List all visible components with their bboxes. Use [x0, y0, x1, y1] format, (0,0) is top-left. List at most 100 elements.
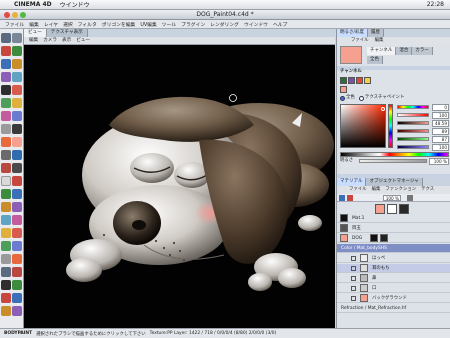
tab-brightness-saturation[interactable]: 明るさ/彩度: [337, 29, 369, 37]
menu-uv-edit[interactable]: UV編集: [140, 21, 156, 28]
menu-render[interactable]: レンダリング: [210, 21, 239, 28]
menu-help[interactable]: ヘルプ: [273, 21, 287, 28]
render-view-icon[interactable]: [12, 176, 22, 186]
foreground-color-swatch[interactable]: [12, 137, 22, 147]
color-square-picker[interactable]: [340, 104, 386, 148]
list-item[interactable]: 目玉: [337, 224, 450, 233]
eye-icon[interactable]: [351, 275, 356, 281]
render-picture-icon[interactable]: [1, 189, 11, 199]
radio-all-colors[interactable]: [340, 96, 345, 101]
subtab-channel[interactable]: チャンネル: [367, 47, 397, 55]
radio-texture-paint[interactable]: [359, 96, 364, 101]
saturation-slider[interactable]: [397, 113, 429, 117]
eraser-icon[interactable]: [12, 98, 22, 108]
tab-view[interactable]: ビュー: [24, 29, 47, 37]
hue-slider[interactable]: [397, 105, 429, 109]
blue-value[interactable]: 100: [432, 144, 449, 151]
menu-filter[interactable]: フィルタ: [78, 21, 97, 28]
eye-icon[interactable]: [351, 255, 356, 261]
light-tool-icon[interactable]: [12, 85, 22, 95]
active-color-swatch[interactable]: [340, 46, 362, 64]
viewport-menu-camera[interactable]: カメラ: [43, 37, 57, 44]
obj-menu-file[interactable]: ファイル: [349, 186, 367, 194]
deformer-icon[interactable]: [1, 228, 11, 238]
new-layer-icon[interactable]: [339, 195, 345, 201]
eye-icon[interactable]: [351, 265, 356, 271]
list-item[interactable]: Refraction / Mat_Refraction.hf: [337, 304, 450, 313]
layer-icon[interactable]: [1, 202, 11, 212]
hair-icon[interactable]: [12, 280, 22, 290]
text-tool-icon[interactable]: [12, 124, 22, 134]
paint-brush-icon[interactable]: [1, 98, 11, 108]
channel-icon[interactable]: [12, 202, 22, 212]
rect-select-icon[interactable]: [12, 72, 22, 82]
smudge-icon[interactable]: [12, 111, 22, 121]
menu-polygon-edit[interactable]: ポリゴンを編集: [102, 21, 136, 28]
table-row[interactable]: ほっぺ: [337, 254, 450, 263]
hue-value[interactable]: 0: [432, 104, 449, 111]
camera-tool-icon[interactable]: [1, 85, 11, 95]
uv-tool-icon[interactable]: [1, 163, 11, 173]
layer-zoom-field[interactable]: 100 %: [383, 195, 401, 201]
eye-icon[interactable]: [351, 295, 356, 301]
clone-stamp-icon[interactable]: [1, 124, 11, 134]
live-select-icon[interactable]: [1, 72, 11, 82]
color-picker-icon[interactable]: [1, 137, 11, 147]
tab-material[interactable]: マテリアル: [337, 178, 367, 186]
hue-strip[interactable]: [388, 104, 393, 148]
swatch-pink[interactable]: [340, 86, 347, 93]
projection-tool-icon[interactable]: [12, 150, 22, 160]
saturation-value[interactable]: 100: [432, 112, 449, 119]
viewport-menu-view[interactable]: ビュー: [76, 37, 90, 44]
delete-layer-icon[interactable]: [347, 195, 353, 201]
tab-object-manager[interactable]: オブジェクトマネージャ: [366, 178, 423, 186]
menu-window[interactable]: ウインドウ: [244, 21, 268, 28]
move-tool-icon[interactable]: [1, 46, 11, 56]
select-tool-icon[interactable]: [12, 59, 22, 69]
obj-menu-edit[interactable]: 編集: [372, 186, 381, 194]
brightness-value[interactable]: 100 %: [429, 158, 449, 165]
green-value[interactable]: 87: [432, 136, 449, 143]
material-swatch-2[interactable]: [387, 204, 397, 214]
subtab-color[interactable]: カラー: [412, 47, 433, 55]
color-menu-file[interactable]: ファイル: [351, 37, 369, 45]
menu-plugins[interactable]: プラグイン: [181, 21, 205, 28]
undo-icon[interactable]: [1, 33, 11, 43]
green-slider[interactable]: [397, 137, 429, 141]
list-item[interactable]: DOG: [337, 234, 450, 243]
tab-texture-view[interactable]: テクスチャ表示: [46, 29, 88, 37]
table-row[interactable]: 鼻: [337, 274, 450, 283]
viewport-menu-edit[interactable]: 編集: [29, 37, 38, 44]
axis-icon[interactable]: [1, 215, 11, 225]
subtab-mix[interactable]: 混合: [396, 47, 413, 55]
brightness-slider[interactable]: [359, 159, 427, 163]
menu-select[interactable]: 選択: [63, 21, 73, 28]
magnet-icon[interactable]: [12, 228, 22, 238]
fill-bucket-icon[interactable]: [1, 111, 11, 121]
list-item[interactable]: Mat.1: [337, 214, 450, 223]
menu-layer[interactable]: レイヤ: [44, 21, 58, 28]
app-name-menu[interactable]: CINEMA 4D: [14, 1, 52, 8]
obj-menu-function[interactable]: ファンクション: [385, 186, 416, 194]
table-row[interactable]: バックグラウンド: [337, 294, 450, 303]
viewport-menu-display[interactable]: 表示: [62, 37, 71, 44]
swatch-yellow[interactable]: [364, 77, 371, 84]
blue-slider[interactable]: [397, 145, 429, 149]
red-slider[interactable]: [397, 129, 429, 133]
3d-viewport[interactable]: [24, 45, 335, 328]
knife-icon[interactable]: [1, 241, 11, 251]
window-menu[interactable]: ウインドウ: [60, 0, 90, 9]
bevel-icon[interactable]: [1, 254, 11, 264]
material-swatch-1[interactable]: [375, 204, 385, 214]
mesh-tool-icon[interactable]: [12, 163, 22, 173]
red-value[interactable]: 89: [432, 128, 449, 135]
redo-icon[interactable]: [12, 33, 22, 43]
menu-tools[interactable]: ツール: [162, 21, 176, 28]
extrude-icon[interactable]: [12, 241, 22, 251]
layer-mode-icon[interactable]: [407, 195, 413, 201]
h-value[interactable]: 48.59: [432, 120, 449, 127]
color-menu-edit[interactable]: 編集: [375, 37, 384, 45]
menu-edit[interactable]: 編集: [29, 21, 39, 28]
eye-icon[interactable]: [351, 285, 356, 291]
table-row[interactable]: 口: [337, 284, 450, 293]
